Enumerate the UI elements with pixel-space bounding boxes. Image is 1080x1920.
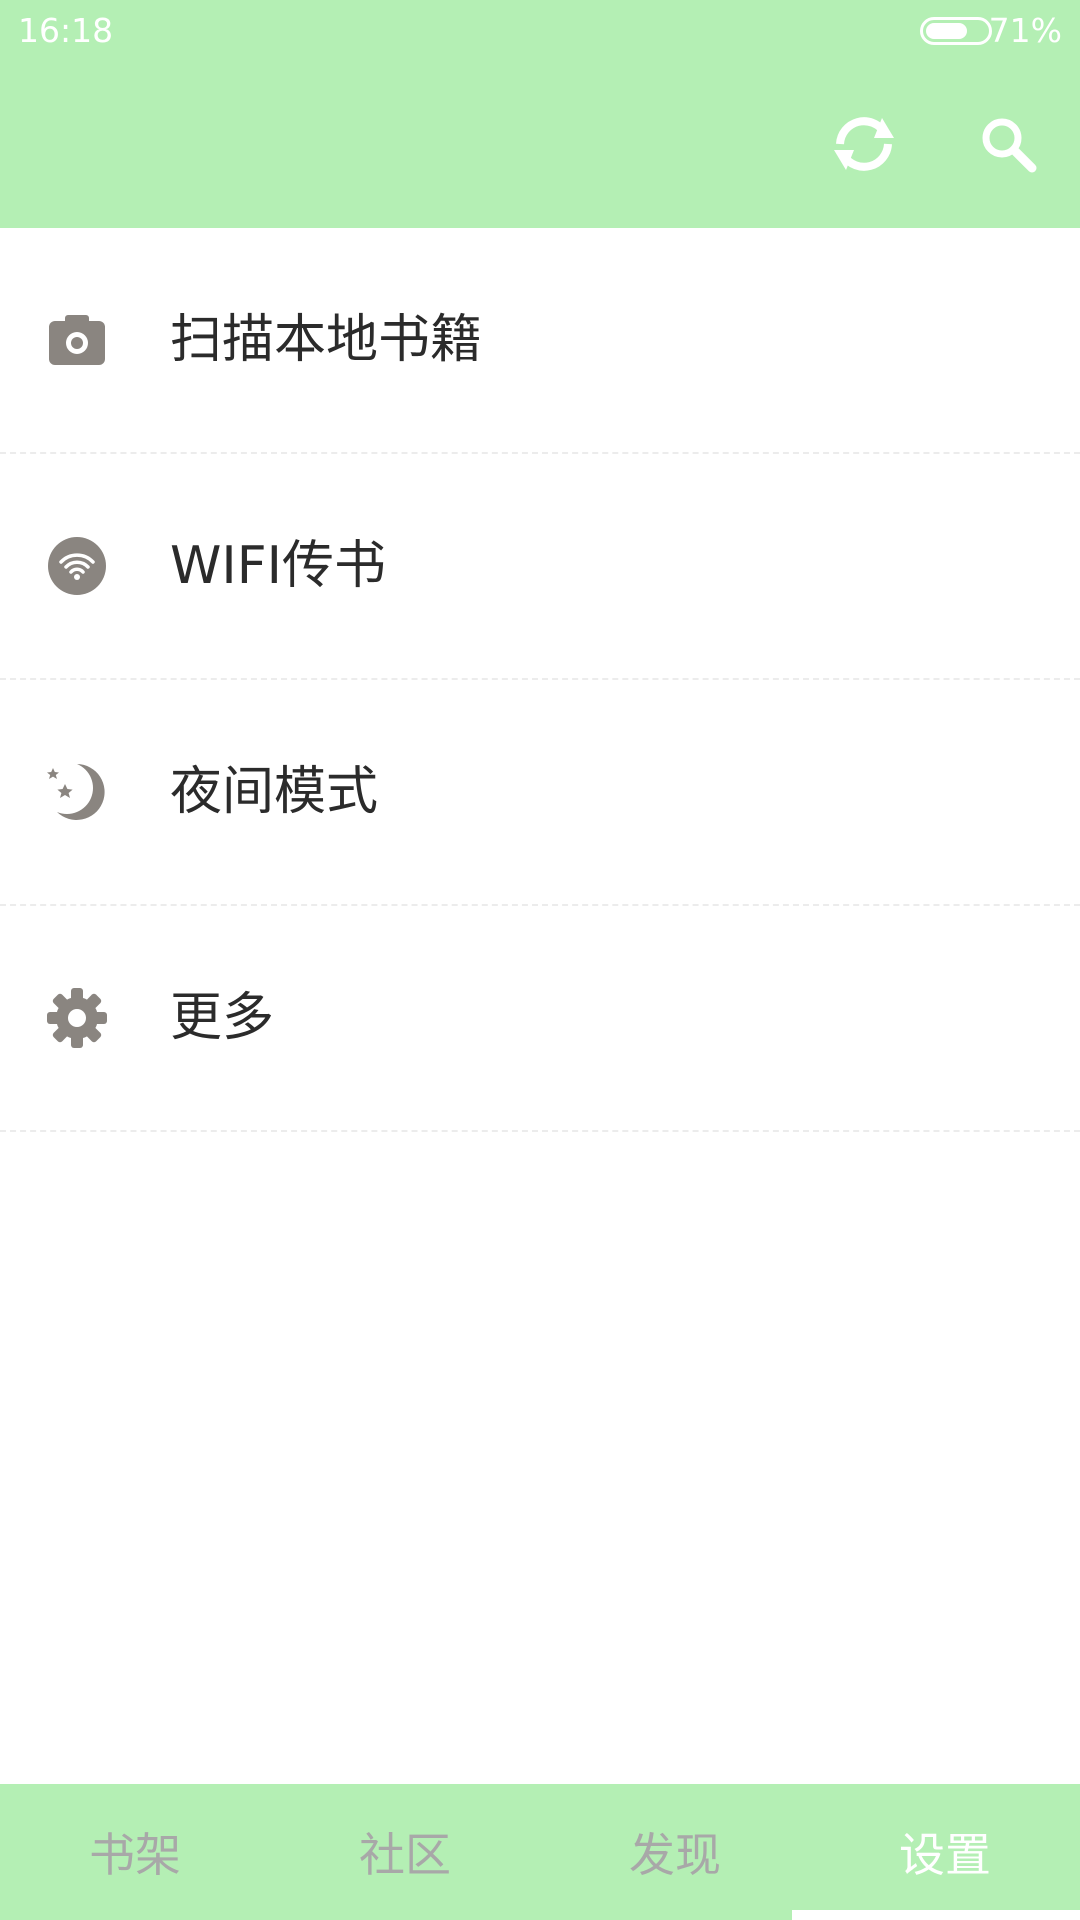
moon-stars-icon (46, 761, 108, 823)
screen: 16:18 71% 扫描本地书籍 WIFI传书 夜间模式 更多 书架 社区 发现… (0, 0, 1080, 1920)
menu-item-night-mode[interactable]: 夜间模式 (0, 680, 1080, 906)
tab-label: 书架 (89, 1828, 181, 1882)
menu-item-label: WIFI传书 (170, 536, 386, 596)
tab-community[interactable]: 社区 (270, 1784, 540, 1920)
tab-discover[interactable]: 发现 (540, 1784, 810, 1920)
battery-percent: 71% (988, 11, 1062, 50)
battery-fill (926, 23, 967, 39)
tab-label: 社区 (359, 1828, 451, 1882)
active-tab-indicator (792, 1910, 1080, 1920)
search-icon (982, 118, 1037, 173)
menu-item-label: 更多 (170, 988, 275, 1048)
wifi-icon (46, 535, 108, 597)
bottom-navigation: 书架 社区 发现 设置 (0, 1784, 1080, 1920)
camera-icon (46, 309, 108, 371)
menu-item-more[interactable]: 更多 (0, 906, 1080, 1132)
refresh-button[interactable] (828, 108, 900, 180)
menu-item-label: 夜间模式 (170, 762, 379, 822)
tab-settings[interactable]: 设置 (792, 1784, 1080, 1920)
tab-bookshelf[interactable]: 书架 (0, 1784, 270, 1920)
tab-label: 发现 (629, 1828, 721, 1882)
menu-item-scan-local-books[interactable]: 扫描本地书籍 (0, 228, 1080, 454)
status-time: 16:18 (18, 11, 114, 50)
app-header: 16:18 71% (0, 0, 1080, 228)
gear-icon (46, 987, 108, 1049)
menu-item-wifi-transfer[interactable]: WIFI传书 (0, 454, 1080, 680)
menu-item-label: 扫描本地书籍 (170, 310, 483, 370)
tab-label: 设置 (899, 1828, 991, 1882)
refresh-icon (834, 117, 894, 171)
battery-icon (920, 17, 992, 45)
settings-menu: 扫描本地书籍 WIFI传书 夜间模式 更多 (0, 228, 1080, 1132)
search-button[interactable] (972, 108, 1044, 180)
